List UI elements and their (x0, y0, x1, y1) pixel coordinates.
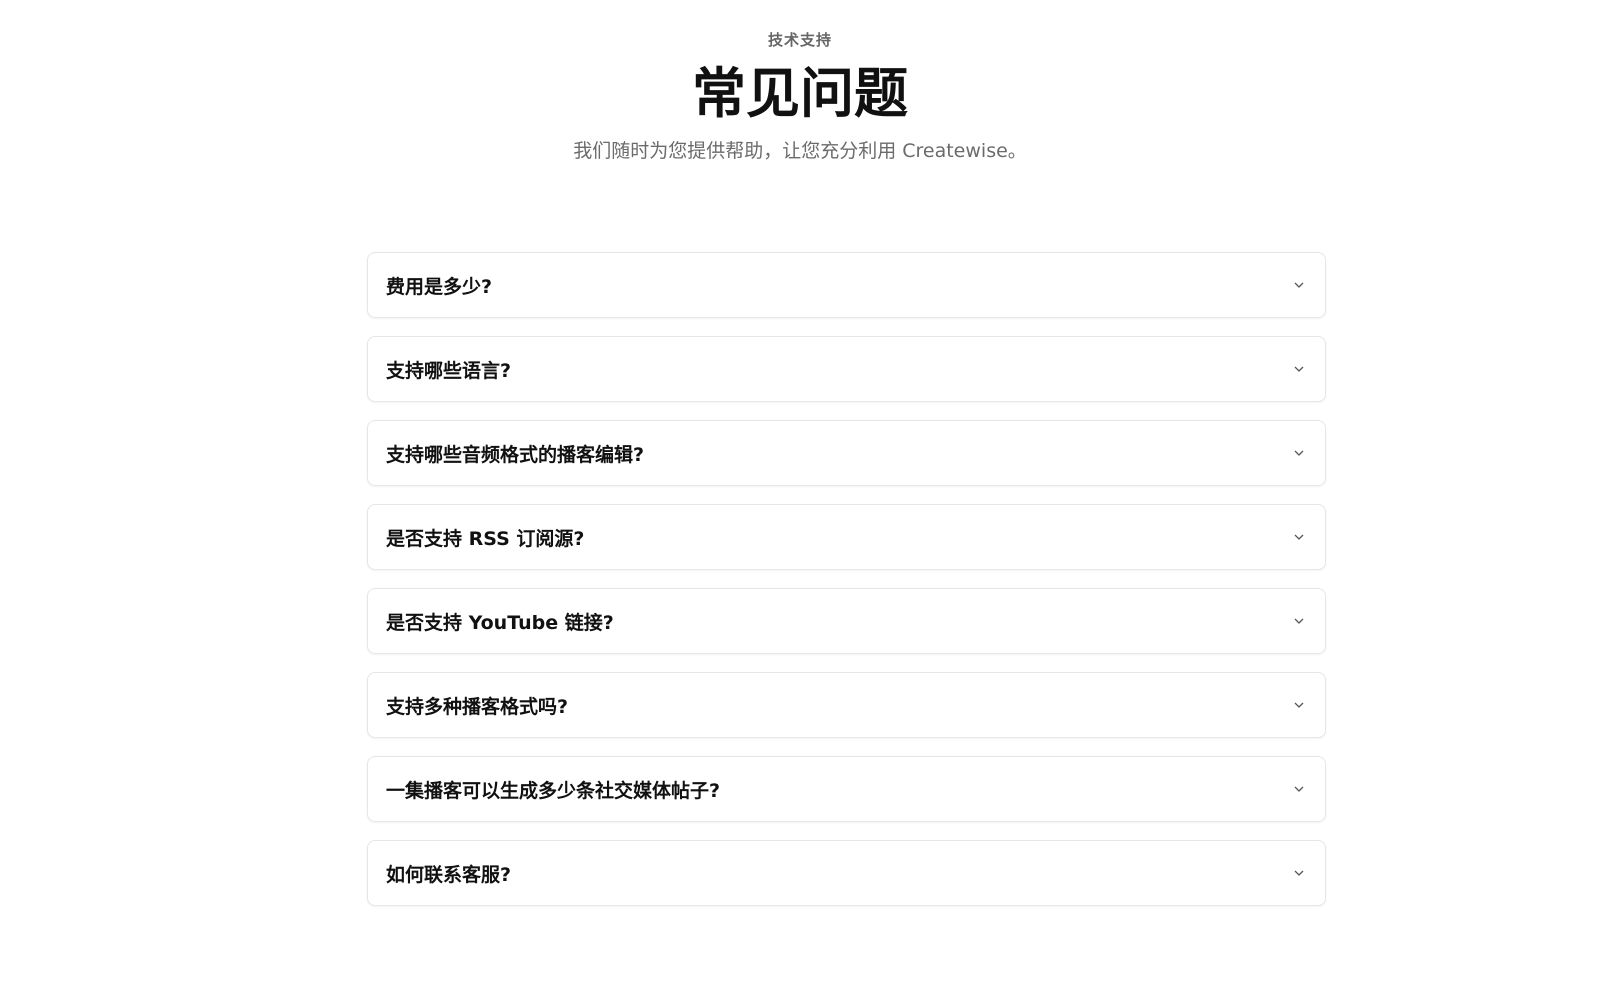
chevron-down-icon[interactable] (1291, 361, 1307, 377)
faq-item-podcast-formats[interactable]: 支持多种播客格式吗? (367, 672, 1326, 738)
faq-item-contact-support[interactable]: 如何联系客服? (367, 840, 1326, 906)
faq-question: 如何联系客服? (386, 863, 512, 886)
faq-item-languages[interactable]: 支持哪些语言? (367, 336, 1326, 402)
faq-question: 支持哪些语言? (386, 359, 512, 382)
faq-item-audio-formats[interactable]: 支持哪些音频格式的播客编辑? (367, 420, 1326, 486)
faq-item-pricing[interactable]: 费用是多少? (367, 252, 1326, 318)
chevron-down-icon[interactable] (1291, 865, 1307, 881)
chevron-down-icon[interactable] (1291, 529, 1307, 545)
faq-question: 是否支持 YouTube 链接? (386, 611, 614, 634)
chevron-down-icon[interactable] (1291, 613, 1307, 629)
faq-item-youtube[interactable]: 是否支持 YouTube 链接? (367, 588, 1326, 654)
chevron-down-icon[interactable] (1291, 445, 1307, 461)
page-subtitle: 我们随时为您提供帮助，让您充分利用 Createwise。 (573, 140, 1027, 162)
faq-question: 支持多种播客格式吗? (386, 695, 569, 718)
chevron-down-icon[interactable] (1291, 277, 1307, 293)
faq-question: 是否支持 RSS 订阅源? (386, 527, 585, 550)
faq-question: 费用是多少? (386, 275, 493, 298)
faq-item-rss[interactable]: 是否支持 RSS 订阅源? (367, 504, 1326, 570)
faq-question: 支持哪些音频格式的播客编辑? (386, 443, 645, 466)
faq-list: 费用是多少? 支持哪些语言? 支持哪些音频格式的播客编辑? 是否支持 RSS 订… (367, 252, 1326, 924)
chevron-down-icon[interactable] (1291, 697, 1307, 713)
chevron-down-icon[interactable] (1291, 781, 1307, 797)
faq-question: 一集播客可以生成多少条社交媒体帖子? (386, 779, 721, 802)
section-eyebrow: 技术支持 (767, 31, 832, 49)
faq-item-social-posts[interactable]: 一集播客可以生成多少条社交媒体帖子? (367, 756, 1326, 822)
page-title: 常见问题 (692, 62, 908, 125)
